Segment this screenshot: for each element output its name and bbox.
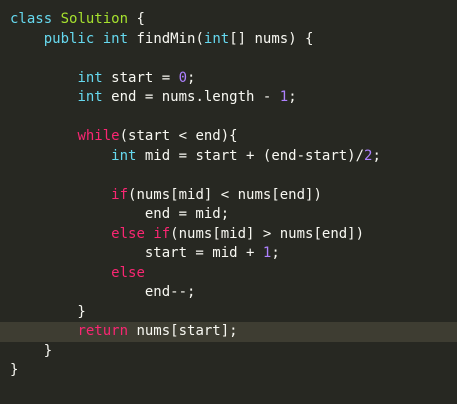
code-token: end = nums.length - <box>102 89 280 105</box>
code-token: ; <box>372 147 381 164</box>
code-token: (nums[mid] > nums[end]) <box>170 225 365 242</box>
code-line[interactable]: if(nums[mid] < nums[end]) <box>0 186 457 206</box>
code-token: int <box>111 147 137 164</box>
code-token: int <box>77 89 103 105</box>
code-token: (nums[mid] < nums[end]) <box>128 186 322 203</box>
code-line[interactable] <box>0 49 457 69</box>
code-line[interactable]: start = mid + 1; <box>0 244 457 264</box>
code-line[interactable] <box>0 108 457 128</box>
code-token: ; <box>187 69 196 86</box>
code-token: start = mid + <box>10 245 263 261</box>
code-token: Solution <box>60 11 129 27</box>
code-token: end = mid; <box>10 206 230 222</box>
code-token: start = <box>102 69 179 86</box>
code-token: ; <box>288 89 297 105</box>
code-token: 1 <box>279 89 289 105</box>
code-line[interactable]: int start = 0; <box>0 69 457 89</box>
code-token: ; <box>271 245 280 261</box>
code-token: if <box>111 186 129 203</box>
code-token: else <box>111 264 145 281</box>
code-token: findMin( <box>128 30 204 47</box>
code-token: [] nums) { <box>229 30 314 47</box>
code-token: int <box>203 30 230 47</box>
code-line[interactable]: while(start < end){ <box>0 127 457 147</box>
code-token: } <box>10 362 19 378</box>
code-editor[interactable]: class Solution { public int findMin(int[… <box>0 0 457 404</box>
code-line-current[interactable]: return nums[start]; <box>0 322 457 342</box>
code-line[interactable]: } <box>0 303 457 323</box>
code-token: (start < end){ <box>119 128 238 144</box>
code-token: } <box>10 303 86 320</box>
code-token: nums[start]; <box>128 323 238 339</box>
code-line[interactable]: end = mid; <box>0 205 457 225</box>
code-line[interactable]: else <box>0 264 457 284</box>
code-token: end--; <box>10 284 196 300</box>
code-token: public <box>43 30 95 47</box>
code-token: } <box>10 342 53 359</box>
code-line[interactable]: public int findMin(int[] nums) { <box>0 30 457 50</box>
code-token: 0 <box>178 69 188 86</box>
code-line[interactable]: int end = nums.length - 1; <box>0 88 457 108</box>
code-token: mid = start + (end-start)/ <box>136 147 365 164</box>
code-line[interactable] <box>0 166 457 186</box>
code-token: class <box>10 11 53 27</box>
code-token: if <box>153 225 171 242</box>
code-token: return <box>77 323 129 339</box>
code-token: { <box>128 11 145 27</box>
code-line[interactable]: else if(nums[mid] > nums[end]) <box>0 225 457 245</box>
code-line[interactable]: int mid = start + (end-start)/2; <box>0 147 457 167</box>
code-token: while <box>77 128 120 144</box>
code-line[interactable]: class Solution { <box>0 10 457 30</box>
code-line[interactable]: } <box>0 361 457 381</box>
code-token: else <box>111 225 145 242</box>
code-token: int <box>77 69 103 86</box>
code-line[interactable]: end--; <box>0 283 457 303</box>
code-line[interactable]: } <box>0 342 457 362</box>
code-token: int <box>102 30 129 47</box>
